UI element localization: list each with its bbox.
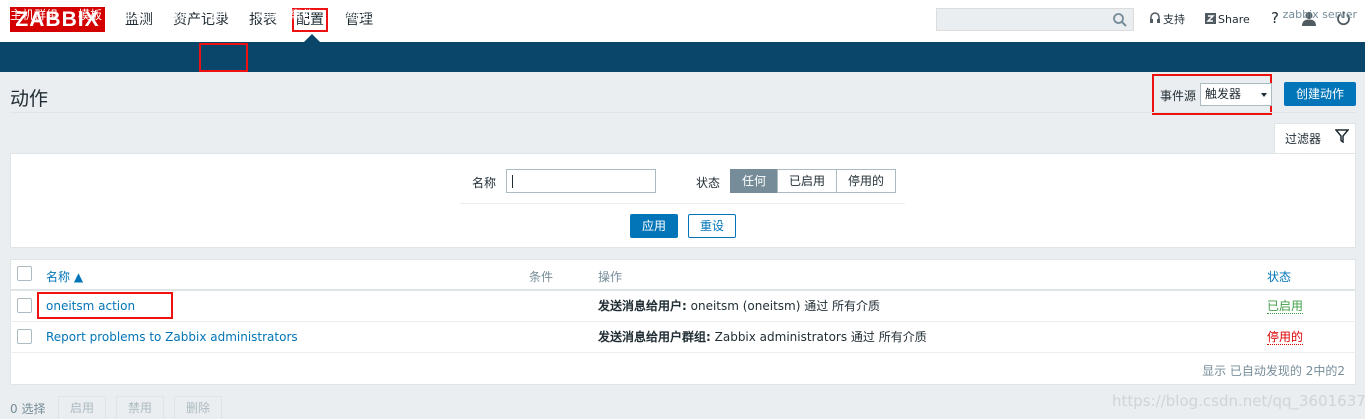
disable-button[interactable]: 禁用 — [116, 396, 164, 419]
table-footer-count: 显示 已自动发现的 2中的2 — [1202, 364, 1345, 378]
submenu-hosts[interactable]: 主机 — [122, 7, 146, 23]
status-toggle[interactable]: 停用的 — [1267, 329, 1304, 345]
chevron-down-icon — [1261, 93, 1267, 97]
event-source-select[interactable]: 触发器 — [1200, 83, 1272, 106]
event-source-label: 事件源 — [1160, 89, 1197, 103]
selected-count: 0 选择 — [10, 402, 46, 416]
reset-button[interactable]: 重设 — [688, 214, 736, 238]
operation-detail: Zabbix administrators 通过 所有介质 — [710, 330, 927, 344]
support-link[interactable]: 支持 — [1163, 12, 1185, 28]
action-name-link[interactable]: oneitsm action — [46, 298, 135, 314]
select-all-checkbox[interactable] — [17, 266, 32, 281]
filter-tab[interactable]: 过滤器 — [1274, 123, 1356, 154]
status-enabled-link[interactable]: 已启用 — [1267, 299, 1304, 314]
submenu-host-groups[interactable]: 主机群组 — [10, 7, 58, 23]
filter-name-input[interactable] — [506, 169, 656, 193]
action-operations: 发送消息给用户群组: Zabbix administrators 通过 所有介质 — [598, 329, 927, 345]
active-submenu-underline — [210, 26, 234, 28]
submenu-actions[interactable]: 动作 — [210, 7, 234, 23]
status-enabled-option[interactable]: 已启用 — [777, 169, 837, 193]
filter-status-label: 状态 — [696, 176, 721, 190]
submenu-maintenance[interactable]: 维护 — [166, 7, 190, 23]
row-checkbox[interactable] — [17, 298, 32, 313]
row-checkbox[interactable] — [17, 329, 32, 344]
submenu-services[interactable]: 服务 — [402, 7, 426, 23]
table-header-divider — [10, 289, 1356, 291]
server-name: zabbix server — [1282, 8, 1357, 21]
status-any-option[interactable]: 任何 — [730, 169, 778, 193]
text-cursor — [512, 175, 513, 188]
filter-panel — [10, 153, 1356, 248]
active-submenu-highlight — [199, 43, 248, 72]
share-link[interactable]: Share — [1218, 12, 1250, 28]
headset-icon[interactable] — [1149, 12, 1161, 25]
actions-table — [10, 259, 1356, 385]
status-toggle[interactable]: 已启用 — [1267, 298, 1304, 314]
header-divider — [10, 112, 1356, 113]
create-action-button[interactable]: 创建动作 — [1284, 82, 1356, 106]
filter-icon — [1335, 129, 1349, 143]
apply-button[interactable]: 应用 — [630, 214, 678, 238]
action-name-link[interactable]: Report problems to Zabbix administrators — [46, 329, 298, 345]
delete-button[interactable]: 删除 — [174, 396, 222, 419]
share-icon[interactable] — [1205, 13, 1216, 24]
submenu-event-correlation[interactable]: 关联项事件 — [254, 7, 314, 23]
row-divider — [10, 321, 1356, 322]
operation-type: 发送消息给用户: — [598, 299, 687, 313]
row-divider — [10, 352, 1356, 353]
watermark: https://blog.csdn.net/qq_36016375 — [1112, 392, 1365, 410]
help-icon[interactable]: ? — [1271, 10, 1279, 26]
enable-button[interactable]: 启用 — [58, 396, 106, 419]
action-operations: 发送消息给用户: oneitsm (oneitsm) 通过 所有介质 — [598, 298, 880, 314]
column-header-name[interactable]: 名称 ▲ — [46, 268, 83, 285]
page-title: 动作 — [10, 88, 49, 110]
submenu-templates[interactable]: 模板 — [78, 7, 102, 23]
column-header-status[interactable]: 状态 — [1267, 268, 1291, 285]
submenu-discovery[interactable]: 自动发现 — [334, 7, 382, 23]
column-header-conditions: 条件 — [529, 270, 554, 284]
column-header-operations: 操作 — [598, 270, 623, 284]
search-input[interactable] — [936, 8, 1134, 31]
operation-type: 发送消息给用户群组: — [598, 330, 711, 344]
filter-name-label: 名称 — [472, 176, 497, 190]
status-disabled-link[interactable]: 停用的 — [1267, 330, 1304, 345]
active-menu-pointer — [304, 34, 320, 42]
filter-divider — [460, 203, 905, 204]
search-icon[interactable] — [1112, 12, 1128, 28]
event-source-value: 触发器 — [1205, 87, 1242, 101]
operation-detail: oneitsm (oneitsm) 通过 所有介质 — [686, 299, 881, 313]
status-disabled-option[interactable]: 停用的 — [836, 169, 896, 193]
filter-tab-label: 过滤器 — [1285, 132, 1322, 146]
